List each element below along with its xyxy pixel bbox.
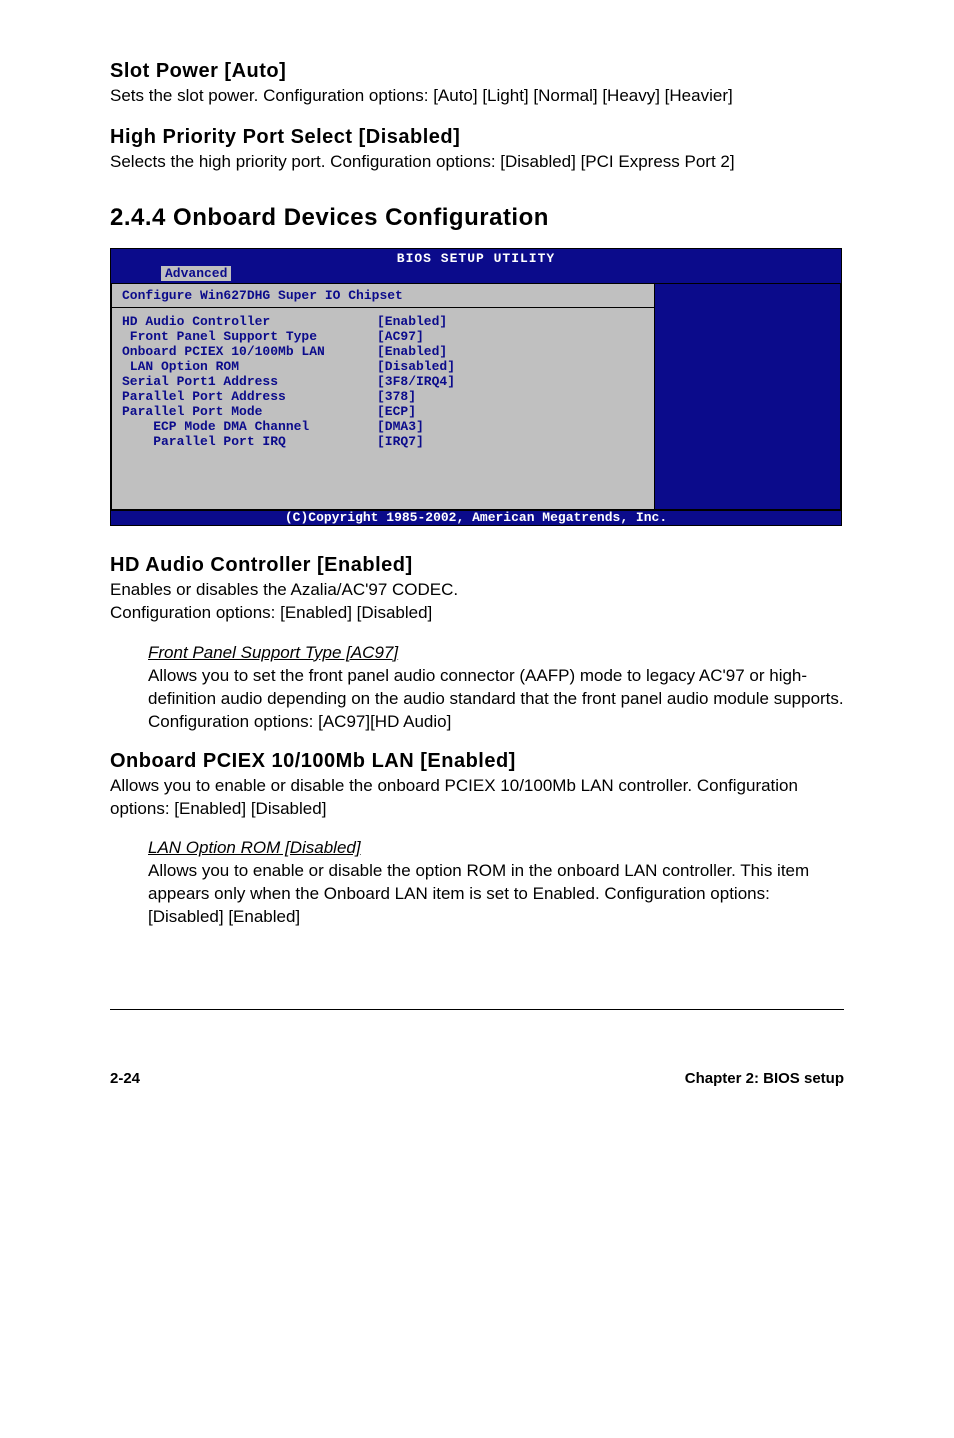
bios-row: HD Audio Controller[Enabled] bbox=[122, 314, 644, 329]
heading-high-priority: High Priority Port Select [Disabled] bbox=[110, 126, 844, 149]
body-slot-power: Sets the slot power. Configuration optio… bbox=[110, 85, 844, 108]
bios-option-list: HD Audio Controller[Enabled] Front Panel… bbox=[112, 308, 654, 509]
bios-row: Parallel Port Mode[ECP] bbox=[122, 404, 644, 419]
body-high-priority: Selects the high priority port. Configur… bbox=[110, 151, 844, 174]
subheading-front-panel: Front Panel Support Type [AC97] bbox=[148, 643, 844, 663]
page-number: 2-24 bbox=[110, 1070, 140, 1087]
bios-panel: BIOS SETUP UTILITY Advanced Configure Wi… bbox=[110, 248, 842, 526]
bios-tab-advanced: Advanced bbox=[161, 266, 231, 281]
bios-row: Serial Port1 Address[3F8/IRQ4] bbox=[122, 374, 644, 389]
bios-row: Parallel Port IRQ[IRQ7] bbox=[122, 434, 644, 449]
bios-left-pane: Configure Win627DHG Super IO Chipset HD … bbox=[111, 283, 655, 510]
bios-footer: (C)Copyright 1985-2002, American Megatre… bbox=[111, 510, 841, 525]
bios-row: LAN Option ROM[Disabled] bbox=[122, 359, 644, 374]
body-front-panel: Allows you to set the front panel audio … bbox=[148, 665, 844, 734]
body-lan-option-rom: Allows you to enable or disable the opti… bbox=[148, 860, 844, 929]
bios-row: Front Panel Support Type[AC97] bbox=[122, 329, 644, 344]
bios-row: ECP Mode DMA Channel[DMA3] bbox=[122, 419, 644, 434]
footer-rule bbox=[110, 1009, 844, 1010]
bios-config-title: Configure Win627DHG Super IO Chipset bbox=[112, 284, 654, 308]
chapter-label: Chapter 2: BIOS setup bbox=[685, 1070, 844, 1087]
bios-right-pane bbox=[655, 283, 841, 510]
heading-onboard-pciex: Onboard PCIEX 10/100Mb LAN [Enabled] bbox=[110, 750, 844, 773]
heading-onboard-devices: 2.4.4 Onboard Devices Configuration bbox=[110, 204, 844, 232]
bios-row: Parallel Port Address[378] bbox=[122, 389, 644, 404]
body-hd-audio-2: Configuration options: [Enabled] [Disabl… bbox=[110, 602, 844, 625]
heading-hd-audio: HD Audio Controller [Enabled] bbox=[110, 554, 844, 577]
heading-slot-power: Slot Power [Auto] bbox=[110, 60, 844, 83]
body-onboard-pciex: Allows you to enable or disable the onbo… bbox=[110, 775, 844, 821]
subheading-lan-option-rom: LAN Option ROM [Disabled] bbox=[148, 838, 844, 858]
body-hd-audio-1: Enables or disables the Azalia/AC'97 COD… bbox=[110, 579, 844, 602]
bios-tab-row: Advanced bbox=[111, 266, 841, 283]
bios-title: BIOS SETUP UTILITY bbox=[111, 249, 841, 266]
bios-row: Onboard PCIEX 10/100Mb LAN[Enabled] bbox=[122, 344, 644, 359]
